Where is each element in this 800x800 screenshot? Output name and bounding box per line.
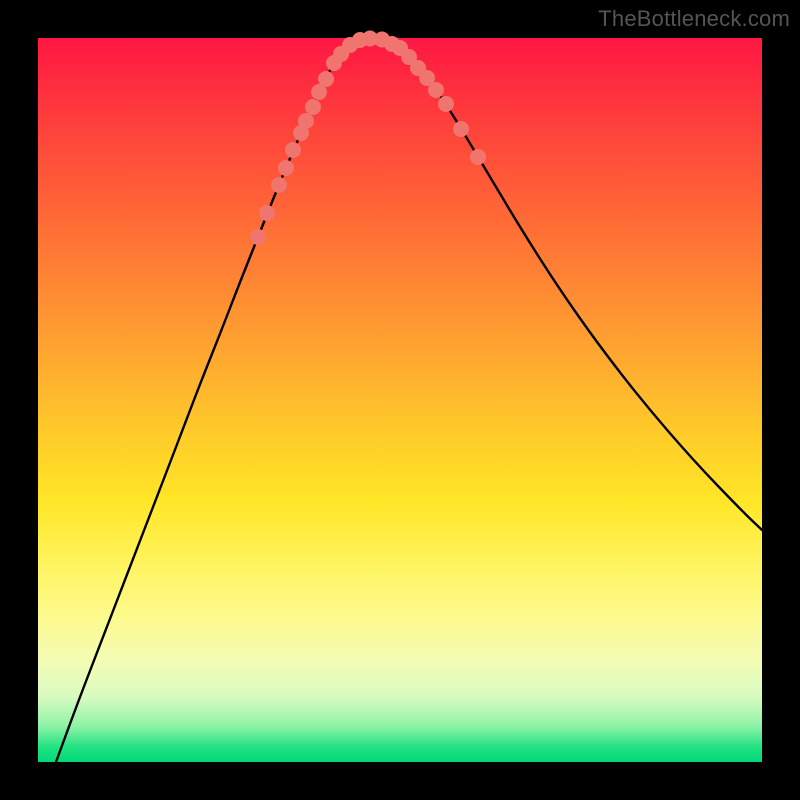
data-point-marker — [438, 96, 454, 112]
data-point-marker — [285, 142, 301, 158]
data-point-marker — [278, 160, 294, 176]
data-point-marker — [259, 205, 275, 221]
chart-frame: TheBottleneck.com — [0, 0, 800, 800]
data-point-marker — [305, 99, 321, 115]
data-point-marker — [271, 177, 287, 193]
data-point-marker — [298, 113, 314, 129]
bottleneck-curve — [56, 39, 762, 762]
curve-layer — [38, 38, 762, 762]
data-point-marker — [318, 71, 334, 87]
data-point-marker — [453, 121, 469, 137]
data-points-group — [250, 31, 486, 246]
data-point-marker — [470, 149, 486, 165]
data-point-marker — [428, 82, 444, 98]
plot-area — [38, 38, 762, 762]
data-point-marker — [250, 229, 266, 245]
watermark-label: TheBottleneck.com — [598, 6, 790, 32]
